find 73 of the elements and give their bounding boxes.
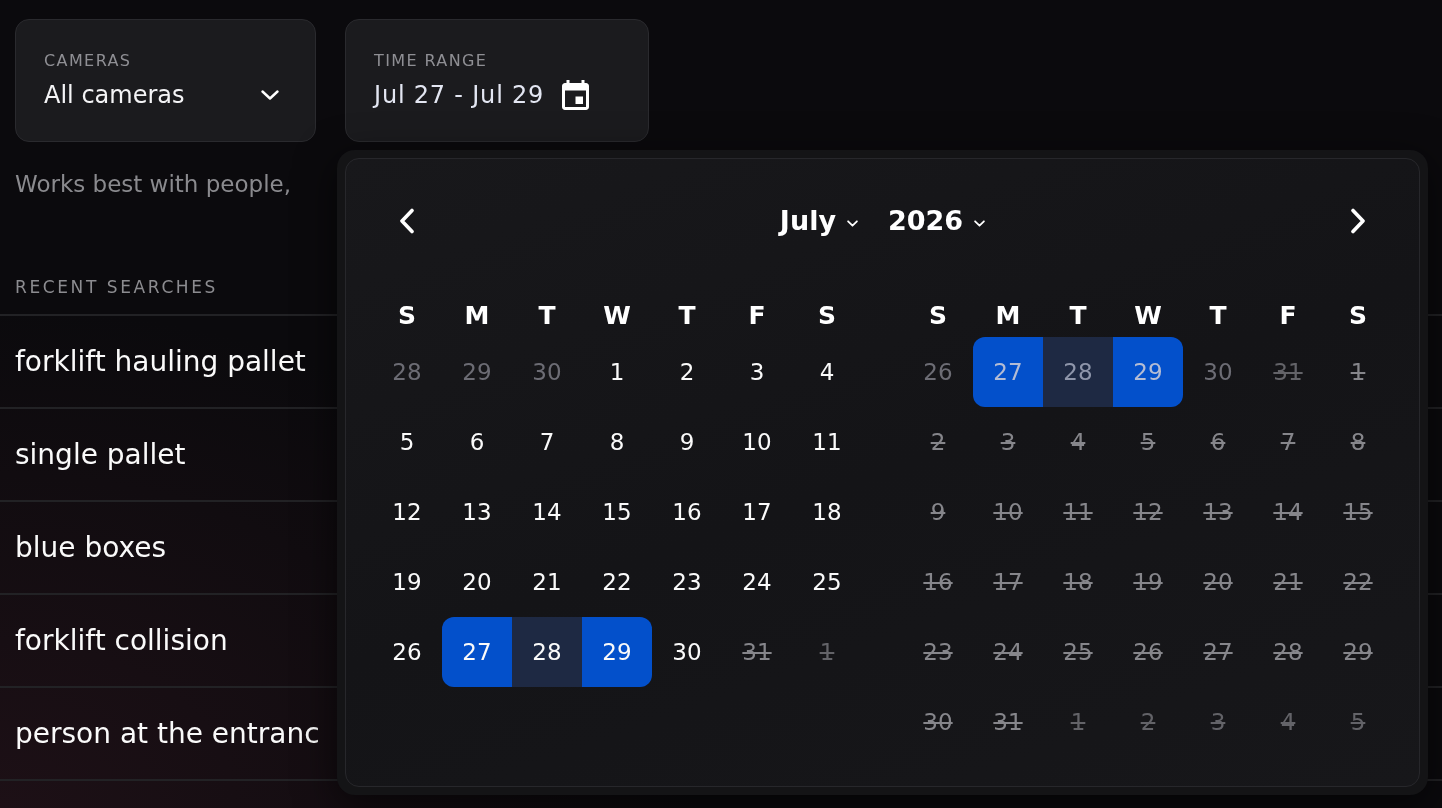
- weekday-label: W: [1133, 299, 1163, 332]
- calendar-day[interactable]: 29: [1113, 337, 1183, 407]
- weekday-label: M: [994, 299, 1022, 332]
- weekday-label: S: [1348, 299, 1368, 332]
- calendar-day[interactable]: 11: [792, 407, 862, 477]
- date-range-field[interactable]: TIME RANGE Jul 27 - Jul 29: [345, 19, 649, 142]
- calendar-day[interactable]: 29: [582, 617, 652, 687]
- month-select[interactable]: July: [779, 203, 858, 239]
- calendar-day[interactable]: 24: [722, 547, 792, 617]
- calendar-day[interactable]: 2: [652, 337, 722, 407]
- calendar-day[interactable]: 22: [582, 547, 652, 617]
- weekday-label: F: [1278, 299, 1298, 332]
- recent-search-item[interactable]: person at the entranc: [15, 715, 320, 752]
- weekday-label: S: [817, 299, 837, 332]
- calendar-day[interactable]: 8: [582, 407, 652, 477]
- weekday-label: M: [463, 299, 491, 332]
- calendar-day[interactable]: 29: [442, 337, 512, 407]
- chevron-right-icon: [1350, 208, 1366, 234]
- calendar-day[interactable]: 30: [1183, 337, 1253, 407]
- calendar-day[interactable]: 6: [442, 407, 512, 477]
- calendar-day[interactable]: 9: [652, 407, 722, 477]
- weekday-label: T: [537, 299, 557, 332]
- filter-label: TIME RANGE: [374, 50, 488, 71]
- recent-search-item[interactable]: forklift collision: [15, 622, 228, 659]
- calendar-icon: [562, 79, 590, 110]
- year-select[interactable]: 2026: [888, 203, 986, 239]
- weekday-label: F: [747, 299, 767, 332]
- calendar-day[interactable]: 17: [722, 477, 792, 547]
- calendar-day[interactable]: 12: [372, 477, 442, 547]
- calendar-day[interactable]: 4: [792, 337, 862, 407]
- filter-label: CAMERAS: [44, 50, 132, 71]
- calendar-day[interactable]: 21: [512, 547, 582, 617]
- calendar-day[interactable]: 26: [372, 617, 442, 687]
- weekday-label: T: [1208, 299, 1228, 332]
- calendar-day[interactable]: 5: [372, 407, 442, 477]
- weekday-label: T: [677, 299, 697, 332]
- calendar-day[interactable]: 13: [442, 477, 512, 547]
- calendar-day[interactable]: 15: [582, 477, 652, 547]
- caret-down-icon: [847, 219, 858, 227]
- camera-select-field[interactable]: CAMERAS All cameras: [15, 19, 316, 142]
- hint-text: Works best with people,: [15, 170, 291, 198]
- calendar-day[interactable]: 28: [512, 617, 582, 687]
- weekday-label: S: [397, 299, 417, 332]
- chevron-left-icon: [399, 208, 415, 234]
- calendar-day[interactable]: 14: [512, 477, 582, 547]
- recent-search-item[interactable]: blue boxes: [15, 529, 166, 566]
- recent-search-item[interactable]: forklift hauling pallet: [15, 343, 306, 380]
- calendar-day[interactable]: 1: [582, 337, 652, 407]
- calendar-day[interactable]: 27: [973, 337, 1043, 407]
- calendar-day[interactable]: 7: [512, 407, 582, 477]
- calendar-day[interactable]: 23: [652, 547, 722, 617]
- calendar-day[interactable]: 18: [792, 477, 862, 547]
- calendar-day[interactable]: 3: [722, 337, 792, 407]
- calendar-day[interactable]: 10: [722, 407, 792, 477]
- calendar-day[interactable]: 30: [652, 617, 722, 687]
- recent-search-item[interactable]: single pallet: [15, 436, 186, 473]
- weekday-label: T: [1068, 299, 1088, 332]
- calendar-day[interactable]: 16: [652, 477, 722, 547]
- calendar-day[interactable]: 28: [1043, 337, 1113, 407]
- calendar-day[interactable]: 27: [442, 617, 512, 687]
- calendar-day[interactable]: 25: [792, 547, 862, 617]
- section-heading: RECENT SEARCHES: [15, 276, 218, 298]
- calendar-day[interactable]: 30: [512, 337, 582, 407]
- calendar-day[interactable]: 28: [372, 337, 442, 407]
- calendar-day[interactable]: 26: [903, 337, 973, 407]
- weekday-label: W: [602, 299, 632, 332]
- chevron-down-icon: [261, 89, 279, 100]
- caret-down-icon: [974, 219, 986, 227]
- weekday-label: S: [928, 299, 948, 332]
- filter-value: All cameras: [44, 79, 185, 111]
- calendar-day[interactable]: 20: [442, 547, 512, 617]
- calendar-day[interactable]: 19: [372, 547, 442, 617]
- filter-value: Jul 27 - Jul 29: [374, 79, 545, 111]
